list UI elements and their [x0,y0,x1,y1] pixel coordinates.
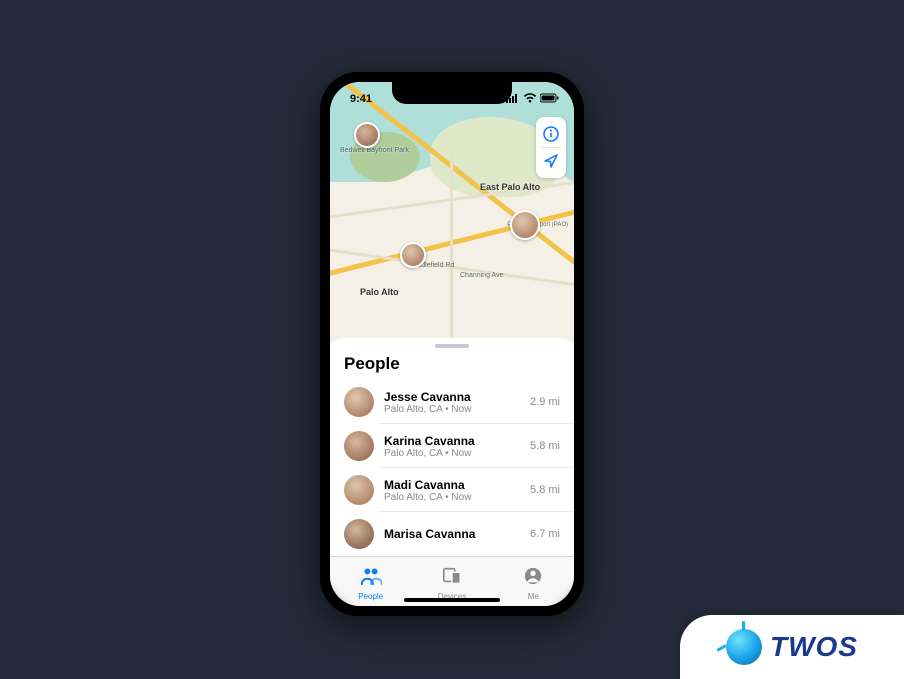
phone-screen: 9:41 Bedwell [330,82,574,606]
sheet-title: People [330,352,574,380]
battery-icon [540,93,560,106]
map-person-pin[interactable] [400,242,426,268]
status-time: 9:41 [350,93,372,105]
tab-me[interactable]: Me [493,557,574,606]
person-row[interactable]: Karina Cavanna Palo Alto, CA • Now 5.8 m… [330,424,574,468]
avatar [344,475,374,505]
map-person-pin[interactable] [510,210,540,240]
map-info-button[interactable] [536,121,566,147]
person-name: Jesse Cavanna [384,390,520,404]
map-label-palo-alto: Palo Alto [360,287,399,297]
map-person-pin[interactable] [354,122,380,148]
avatar [344,519,374,549]
map-label-bedwell: Bedwell Bayfront Park [340,147,409,154]
person-row[interactable]: Jesse Cavanna Palo Alto, CA • Now 2.9 mi [330,380,574,424]
wifi-icon [523,93,537,106]
person-row[interactable]: Marisa Cavanna 6.7 mi [330,512,574,556]
status-indicators [506,93,560,106]
person-distance: 5.8 mi [530,440,560,452]
brand-name: TWOS [770,631,858,663]
people-sheet[interactable]: People Jesse Cavanna Palo Alto, CA • Now… [330,338,574,556]
person-row[interactable]: Madi Cavanna Palo Alto, CA • Now 5.8 mi [330,468,574,512]
person-sub: Palo Alto, CA • Now [384,404,520,415]
signal-icon [506,93,520,106]
map-locate-button[interactable] [536,148,566,174]
map-label-east-palo-alto: East Palo Alto [480,182,540,192]
tab-bar: People Devices Me [330,556,574,606]
map-label-channing: Channing Ave [460,272,503,279]
avatar [344,431,374,461]
brand-badge: TWOS [680,615,904,679]
people-list: Jesse Cavanna Palo Alto, CA • Now 2.9 mi… [330,380,574,556]
tab-label: People [358,592,383,601]
avatar [344,387,374,417]
sheet-grabber[interactable] [435,344,469,348]
person-distance: 6.7 mi [530,528,560,540]
phone-frame: 9:41 Bedwell [320,72,584,616]
person-distance: 5.8 mi [530,484,560,496]
person-name: Marisa Cavanna [384,527,520,541]
devices-icon [441,566,463,591]
map-controls [536,117,566,178]
lightbulb-icon [726,629,762,665]
map-view[interactable]: Bedwell Bayfront Park East Palo Alto Pal… [330,82,574,342]
status-bar: 9:41 [330,82,574,112]
person-sub: Palo Alto, CA • Now [384,448,520,459]
home-indicator[interactable] [404,598,500,602]
tab-people[interactable]: People [330,557,411,606]
me-icon [522,566,544,591]
person-name: Madi Cavanna [384,478,520,492]
person-sub: Palo Alto, CA • Now [384,492,520,503]
person-distance: 2.9 mi [530,396,560,408]
tab-label: Me [528,592,539,601]
person-name: Karina Cavanna [384,434,520,448]
people-icon [360,566,382,591]
